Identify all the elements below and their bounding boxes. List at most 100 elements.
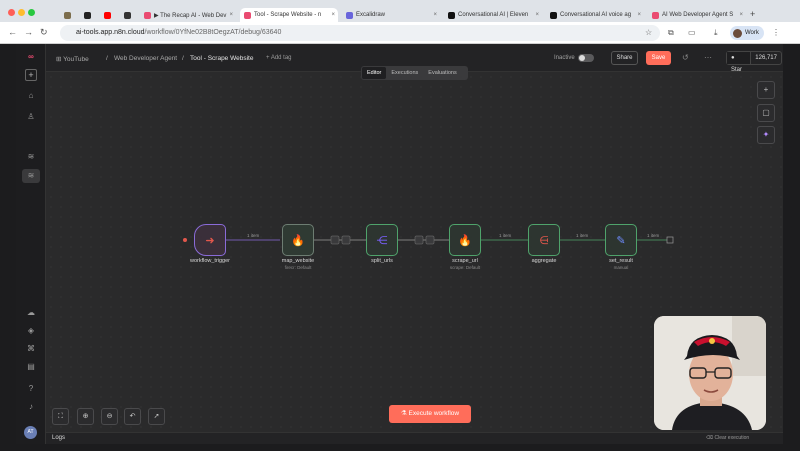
- browser-tab-scrape-website[interactable]: Tool - Scrape Website - n ×: [240, 8, 338, 22]
- home-icon[interactable]: ⌂: [22, 89, 40, 103]
- url-path: /workflow/0YfNe02B8tOegzAT/debug/63640: [144, 29, 282, 36]
- save-button[interactable]: Save: [646, 51, 671, 65]
- browser-tab-ai-web-dev[interactable]: AI Web Developer Agent S ×: [648, 8, 746, 22]
- n8n-logo-icon[interactable]: ∞: [22, 52, 40, 62]
- clear-execution-button[interactable]: ⌫ Clear execution: [706, 435, 749, 441]
- back-icon[interactable]: ←: [8, 27, 17, 37]
- browser-tab-recap[interactable]: ▶ The Recap AI - Web Dev ×: [140, 8, 236, 22]
- add-tag-button[interactable]: + Add tag: [266, 55, 292, 61]
- browser-tab-3[interactable]: [100, 8, 116, 22]
- insights-icon[interactable]: ▤: [22, 360, 40, 374]
- more-options-icon[interactable]: ⋯: [704, 53, 712, 62]
- edge-add-icon[interactable]: [330, 235, 340, 245]
- history-icon[interactable]: ↺: [682, 53, 689, 62]
- breadcrumb-folder[interactable]: Web Developer Agent: [114, 55, 177, 62]
- close-tab-icon[interactable]: ×: [535, 12, 539, 18]
- browser-tab-2[interactable]: [80, 8, 96, 22]
- breadcrumb-project[interactable]: ⊞ YouTube: [56, 55, 89, 63]
- help-icon[interactable]: ?: [22, 382, 40, 396]
- tab-favicon-icon: [64, 11, 71, 19]
- extensions-icon[interactable]: ⧉: [668, 28, 674, 38]
- bookmark-star-icon[interactable]: ☆: [645, 28, 652, 37]
- node-map-website[interactable]: 🔥: [282, 224, 314, 256]
- node-label: map_website: [281, 258, 315, 264]
- node-workflow-trigger[interactable]: ➜: [194, 224, 226, 256]
- download-icon[interactable]: ⤓: [714, 28, 718, 38]
- pencil-icon: ✎: [616, 234, 626, 247]
- node-scrape-url[interactable]: 🔥: [449, 224, 481, 256]
- tab-favicon-icon: [84, 11, 91, 19]
- templates-icon[interactable]: ◈: [22, 324, 40, 338]
- github-star-label: ● Star: [727, 52, 752, 73]
- webcam-overlay: [654, 316, 766, 430]
- edge-delete-icon[interactable]: [341, 235, 351, 245]
- youtube-icon: [104, 11, 111, 19]
- notifications-icon[interactable]: ♪: [22, 400, 40, 414]
- node-label: scrape_url: [452, 258, 478, 264]
- pointer-tool-icon[interactable]: ➚: [148, 408, 165, 425]
- zoom-out-icon[interactable]: ⊖: [101, 408, 118, 425]
- address-bar[interactable]: ai-tools.app.n8n.cloud/workflow/0YfNe02B…: [60, 25, 660, 41]
- logs-title: Logs: [52, 435, 66, 441]
- close-tab-icon[interactable]: ×: [637, 12, 641, 18]
- profile-button[interactable]: Work: [730, 26, 764, 40]
- minimize-window-button[interactable]: [18, 9, 25, 16]
- edge-item-count: 1 item: [647, 233, 660, 238]
- close-tab-icon[interactable]: ×: [739, 12, 743, 18]
- elevenlabs-icon: [448, 11, 455, 19]
- fire-icon: 🔥: [291, 234, 305, 247]
- close-window-button[interactable]: [8, 9, 15, 16]
- new-tab-button[interactable]: +: [750, 9, 755, 19]
- execute-workflow-button[interactable]: ⚗ Execute workflow: [389, 405, 471, 423]
- browser-menu-icon[interactable]: ⋮: [772, 28, 780, 37]
- browser-tab-elevenlabs-2[interactable]: Conversational AI voice ag ×: [546, 8, 644, 22]
- undo-icon[interactable]: ↶: [124, 408, 141, 425]
- avatar[interactable]: AT: [24, 426, 37, 439]
- node-label: aggregate: [531, 258, 557, 264]
- reload-icon[interactable]: ↻: [40, 27, 48, 38]
- media-icon[interactable]: ▭: [688, 28, 696, 37]
- maximize-window-button[interactable]: [28, 9, 35, 16]
- variables-icon[interactable]: ⌘: [22, 342, 40, 356]
- trigger-marker: [183, 238, 187, 242]
- create-button[interactable]: +: [25, 69, 37, 81]
- github-star-button[interactable]: ● Star 126,717: [726, 51, 782, 73]
- edge-add-icon[interactable]: [414, 235, 424, 245]
- tab-editor[interactable]: Editor: [362, 67, 387, 79]
- forward-icon[interactable]: →: [24, 27, 33, 37]
- browser-tab-excalidraw[interactable]: Excalidraw ×: [342, 8, 440, 22]
- close-tab-icon[interactable]: ×: [331, 12, 335, 18]
- browser-toolbar: ← → ↻ ai-tools.app.n8n.cloud/workflow/0Y…: [0, 22, 800, 44]
- browser-tab-elevenlabs-1[interactable]: Conversational AI | Eleven ×: [444, 8, 542, 22]
- node-subtitle: firecr: Default: [284, 265, 312, 270]
- presenter-image: [654, 316, 766, 430]
- browser-tab-4[interactable]: [120, 8, 136, 22]
- close-tab-icon[interactable]: ×: [229, 12, 233, 18]
- workflow-name[interactable]: Tool - Scrape Website: [190, 55, 253, 62]
- n8n-icon: [144, 11, 151, 19]
- node-set-result[interactable]: ✎: [605, 224, 637, 256]
- node-label: split_urls: [371, 258, 393, 264]
- node-aggregate[interactable]: ⋳: [528, 224, 560, 256]
- excalidraw-icon: [346, 11, 353, 19]
- aggregate-icon: ⋳: [539, 234, 549, 247]
- zoom-in-icon[interactable]: ⊕: [77, 408, 94, 425]
- fit-view-icon[interactable]: ⛶: [52, 408, 69, 425]
- logs-bar[interactable]: Logs ⌫ Clear execution: [46, 432, 783, 444]
- tab-executions[interactable]: Executions: [386, 67, 423, 79]
- share-button[interactable]: Share: [611, 51, 638, 65]
- close-tab-icon[interactable]: ×: [433, 12, 437, 18]
- cloud-icon[interactable]: ☁: [22, 306, 40, 320]
- browser-tab-1[interactable]: [60, 8, 76, 22]
- end-plus-box[interactable]: [666, 236, 674, 244]
- url-host: ai-tools.app.n8n.cloud: [76, 29, 145, 36]
- node-label: set_result: [609, 258, 633, 264]
- user-icon[interactable]: ♙: [22, 110, 40, 124]
- edge-delete-icon[interactable]: [425, 235, 435, 245]
- elevenlabs-icon: [550, 11, 557, 19]
- tab-evaluations[interactable]: Evaluations: [423, 67, 461, 79]
- active-toggle[interactable]: [578, 54, 594, 62]
- node-split-urls[interactable]: ⋲: [366, 224, 398, 256]
- workflows-icon[interactable]: ≋: [22, 169, 40, 183]
- layers-icon[interactable]: ≋: [22, 150, 40, 164]
